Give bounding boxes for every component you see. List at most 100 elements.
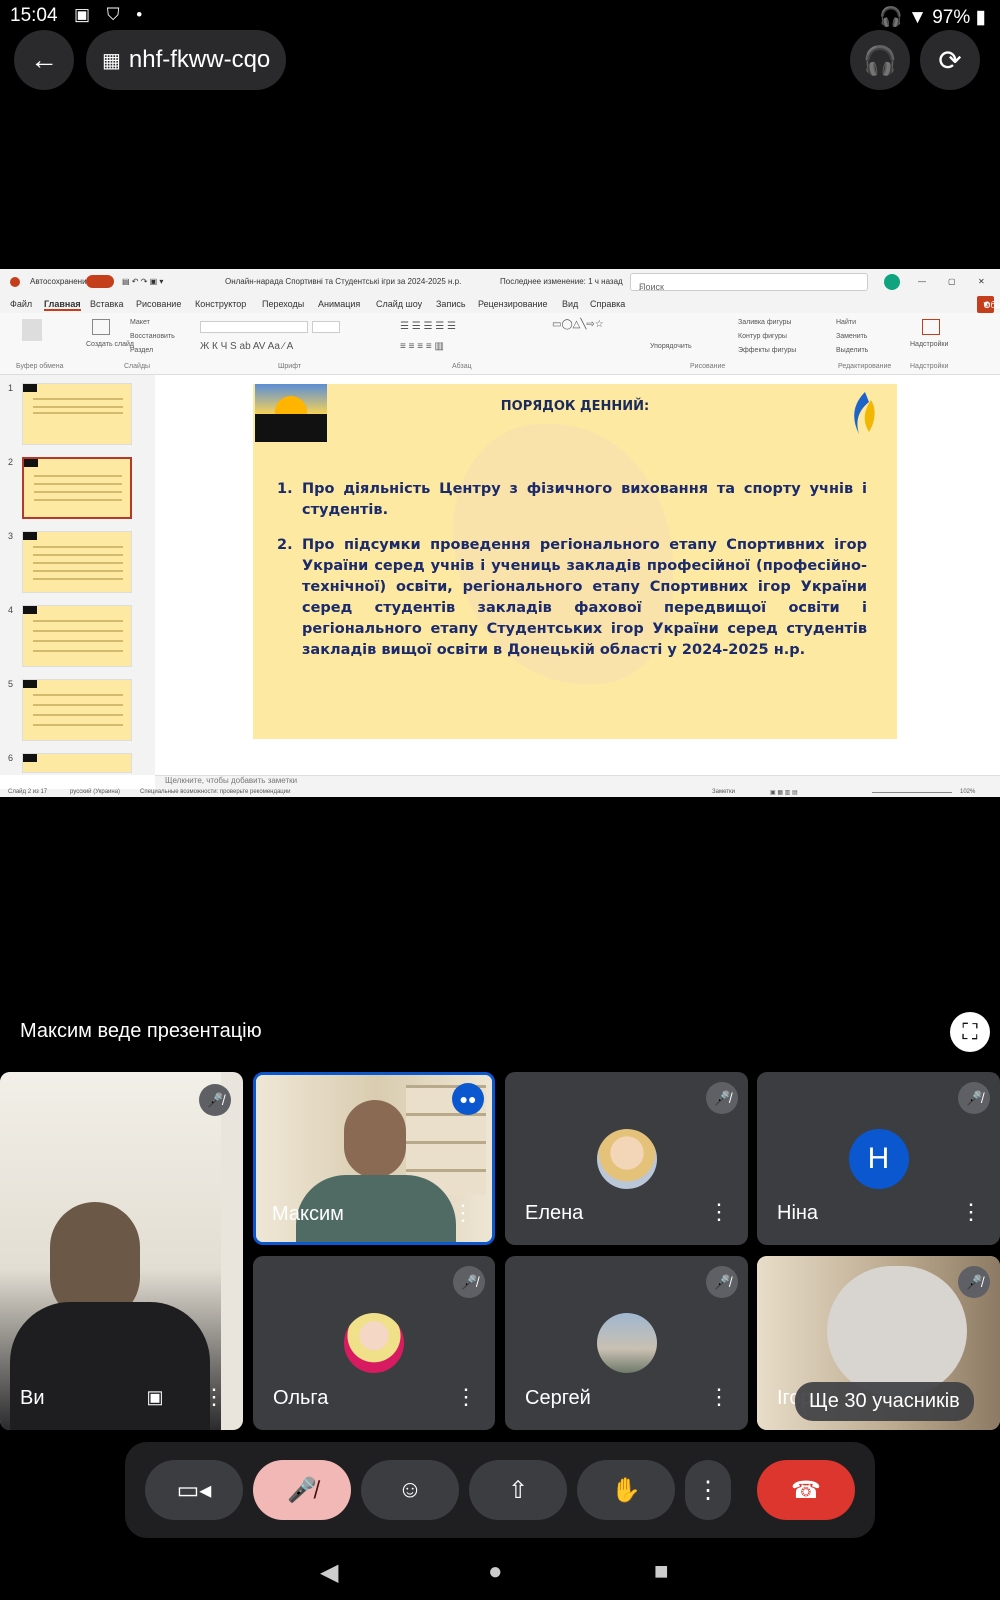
mic-toggle-button[interactable]: 🎤̸ (253, 1460, 351, 1520)
change-background-icon[interactable]: ▣ (140, 1382, 170, 1412)
font-family-select[interactable] (200, 321, 308, 333)
camera-toggle-button[interactable]: ▭◂ (145, 1460, 243, 1520)
font-format-icons[interactable]: Ж К Ч S ab AV Aa ∕ A (200, 341, 293, 352)
view-icons[interactable]: ▣ ▦ ▥ ▤ (770, 789, 798, 796)
accessibility-label[interactable]: Специальные возможности: проверьте реком… (140, 789, 290, 795)
ribbon-find[interactable]: Найти (836, 319, 856, 326)
notes-toggle[interactable]: Заметки (712, 789, 735, 795)
nav-recents-icon[interactable]: ■ (654, 1558, 669, 1586)
menu-transitions[interactable]: Переходы (262, 299, 304, 309)
end-call-button[interactable]: ☎ (757, 1460, 855, 1520)
avatar: Н (848, 1128, 909, 1189)
nav-back-icon[interactable]: ◀ (320, 1558, 338, 1587)
menu-help[interactable]: Справка (590, 299, 625, 309)
addins-icon[interactable] (922, 319, 940, 335)
ribbon-new-slide[interactable]: Создать слайд (86, 341, 134, 348)
share-screen-button[interactable]: ⇧ (469, 1460, 567, 1520)
menu-animation[interactable]: Анимация (318, 299, 360, 309)
agenda-item-text: Про діяльність Центру з фізичного вихова… (302, 481, 867, 518)
fullscreen-icon: ⛶ (962, 1019, 978, 1044)
muted-mic-icon: 🎤̸ (706, 1266, 738, 1298)
ribbon-layout[interactable]: Макет (130, 319, 150, 326)
ribbon-shape-fill[interactable]: Заливка фигуры (738, 319, 791, 326)
menu-draw[interactable]: Рисование (136, 299, 181, 309)
menu-design[interactable]: Конструктор (195, 299, 246, 309)
muted-mic-icon: 🎤̸ (958, 1082, 990, 1114)
menu-insert[interactable]: Вставка (90, 299, 123, 309)
reactions-button[interactable]: ☺ (361, 1460, 459, 1520)
ribbon-section[interactable]: Раздел (130, 347, 153, 354)
ribbon-shape-outline[interactable]: Контур фигуры (738, 333, 787, 340)
group-slides: Слайды (124, 363, 151, 370)
menu-slideshow[interactable]: Слайд шоу (376, 299, 422, 309)
menu-home[interactable]: Главная (44, 299, 81, 311)
ribbon-addins[interactable]: Надстройки (910, 341, 948, 348)
more-options-icon[interactable]: ⋮ (203, 1384, 225, 1410)
participant-tile[interactable]: 🎤̸ Н Ніна ⋮ (757, 1072, 1000, 1245)
slide-thumbnails: 1 2 3 4 5 6 (0, 375, 155, 775)
menu-review[interactable]: Рецензирование (478, 299, 548, 309)
more-options-icon[interactable]: ⋮ (455, 1384, 477, 1410)
user-avatar[interactable] (884, 274, 900, 290)
meeting-code-chip[interactable]: ▦ nhf-fkww-cqo (86, 30, 287, 90)
current-slide[interactable]: ПОРЯДОК ДЕННИЙ: 1. Про діяльність Центру … (253, 384, 897, 739)
slide-thumbnail[interactable] (22, 753, 132, 773)
paragraph-icons[interactable]: ☰ ☰ ☰ ☰ ☰ (400, 321, 456, 332)
font-size-select[interactable] (312, 321, 340, 333)
ribbon-reset[interactable]: Восстановить (130, 333, 175, 340)
pp-search-input[interactable]: ⌕ Поиск (630, 273, 868, 292)
participant-tile[interactable]: 🎤̸ Елена ⋮ (505, 1072, 748, 1245)
paste-icon[interactable] (22, 319, 42, 341)
audio-output-button[interactable]: 🎧 (850, 30, 910, 90)
slide-thumbnail-selected[interactable] (22, 457, 132, 519)
menu-record[interactable]: Запись (436, 299, 466, 309)
new-slide-icon[interactable] (92, 319, 110, 335)
align-icons[interactable]: ≡ ≡ ≡ ≡ ▥ (400, 341, 444, 352)
slide-counter: Слайд 2 из 17 (8, 789, 48, 795)
muted-mic-icon: 🎤̸ (958, 1266, 990, 1298)
back-button[interactable]: ← (14, 30, 74, 90)
shapes-gallery-icon[interactable]: ▭◯△╲⇨☆ (552, 319, 604, 330)
participant-tile-self[interactable]: 🎤̸ Ви ▣ ⋮ (0, 1072, 243, 1430)
zoom-slider[interactable] (872, 792, 952, 793)
group-paragraph: Абзац (452, 363, 472, 370)
document-title[interactable]: Онлайн-нарада Спортивні та Студентські і… (225, 277, 461, 286)
ribbon-select[interactable]: Выделить (836, 347, 868, 354)
participant-tile-presenter[interactable]: ●● Максим ⋮ (253, 1072, 495, 1245)
fullscreen-button[interactable]: ⛶ (950, 1012, 990, 1052)
ribbon-arrange[interactable]: Упорядочить (650, 343, 692, 350)
call-controls: ▭◂ 🎤̸ ☺ ⇧ ✋ ⋮ ☎ (125, 1442, 875, 1538)
more-options-icon[interactable]: ⋮ (960, 1199, 982, 1225)
switch-camera-button[interactable]: ⟳ (920, 30, 980, 90)
menu-file[interactable]: Файл (10, 299, 32, 309)
muted-mic-icon: 🎤̸ (453, 1266, 485, 1298)
more-options-button[interactable]: ⋮ (685, 1460, 731, 1520)
more-participants-badge[interactable]: Ще 30 учасників (795, 1382, 974, 1421)
notes-pane[interactable]: Щелкните, чтобы добавить заметки (155, 775, 1000, 789)
menu-view[interactable]: Вид (562, 299, 578, 309)
minimize-icon[interactable]: — (918, 277, 926, 286)
close-icon[interactable]: ✕ (978, 277, 985, 286)
slide-thumbnail[interactable] (22, 605, 132, 667)
language-label[interactable]: русский (Украина) (70, 789, 120, 795)
slide-thumbnail[interactable] (22, 383, 132, 445)
ribbon-replace[interactable]: Заменить (836, 333, 867, 340)
autosave-toggle[interactable] (86, 275, 114, 288)
thumb-number: 4 (8, 605, 14, 615)
participant-name: Ольга (273, 1387, 329, 1409)
last-change-label: Последнее изменение: 1 ч назад (500, 277, 623, 286)
more-options-icon[interactable]: ⋮ (708, 1199, 730, 1225)
raise-hand-button[interactable]: ✋ (577, 1460, 675, 1520)
share-button[interactable]: ⇪ Общий доступ ▾ (977, 296, 1000, 320)
slide-thumbnail[interactable] (22, 679, 132, 741)
more-options-icon[interactable]: ⋮ (452, 1200, 474, 1226)
thumb-number: 6 (8, 753, 14, 763)
more-options-icon[interactable]: ⋮ (708, 1384, 730, 1410)
participant-name: Ви (20, 1387, 45, 1409)
participant-tile[interactable]: 🎤̸ Сергей ⋮ (505, 1256, 748, 1430)
slide-thumbnail[interactable] (22, 531, 132, 593)
nav-home-icon[interactable]: ● (488, 1558, 503, 1586)
participant-tile[interactable]: 🎤̸ Ольга ⋮ (253, 1256, 495, 1430)
maximize-icon[interactable]: ▢ (948, 277, 956, 286)
ribbon-shape-effects[interactable]: Эффекты фигуры (738, 347, 796, 354)
